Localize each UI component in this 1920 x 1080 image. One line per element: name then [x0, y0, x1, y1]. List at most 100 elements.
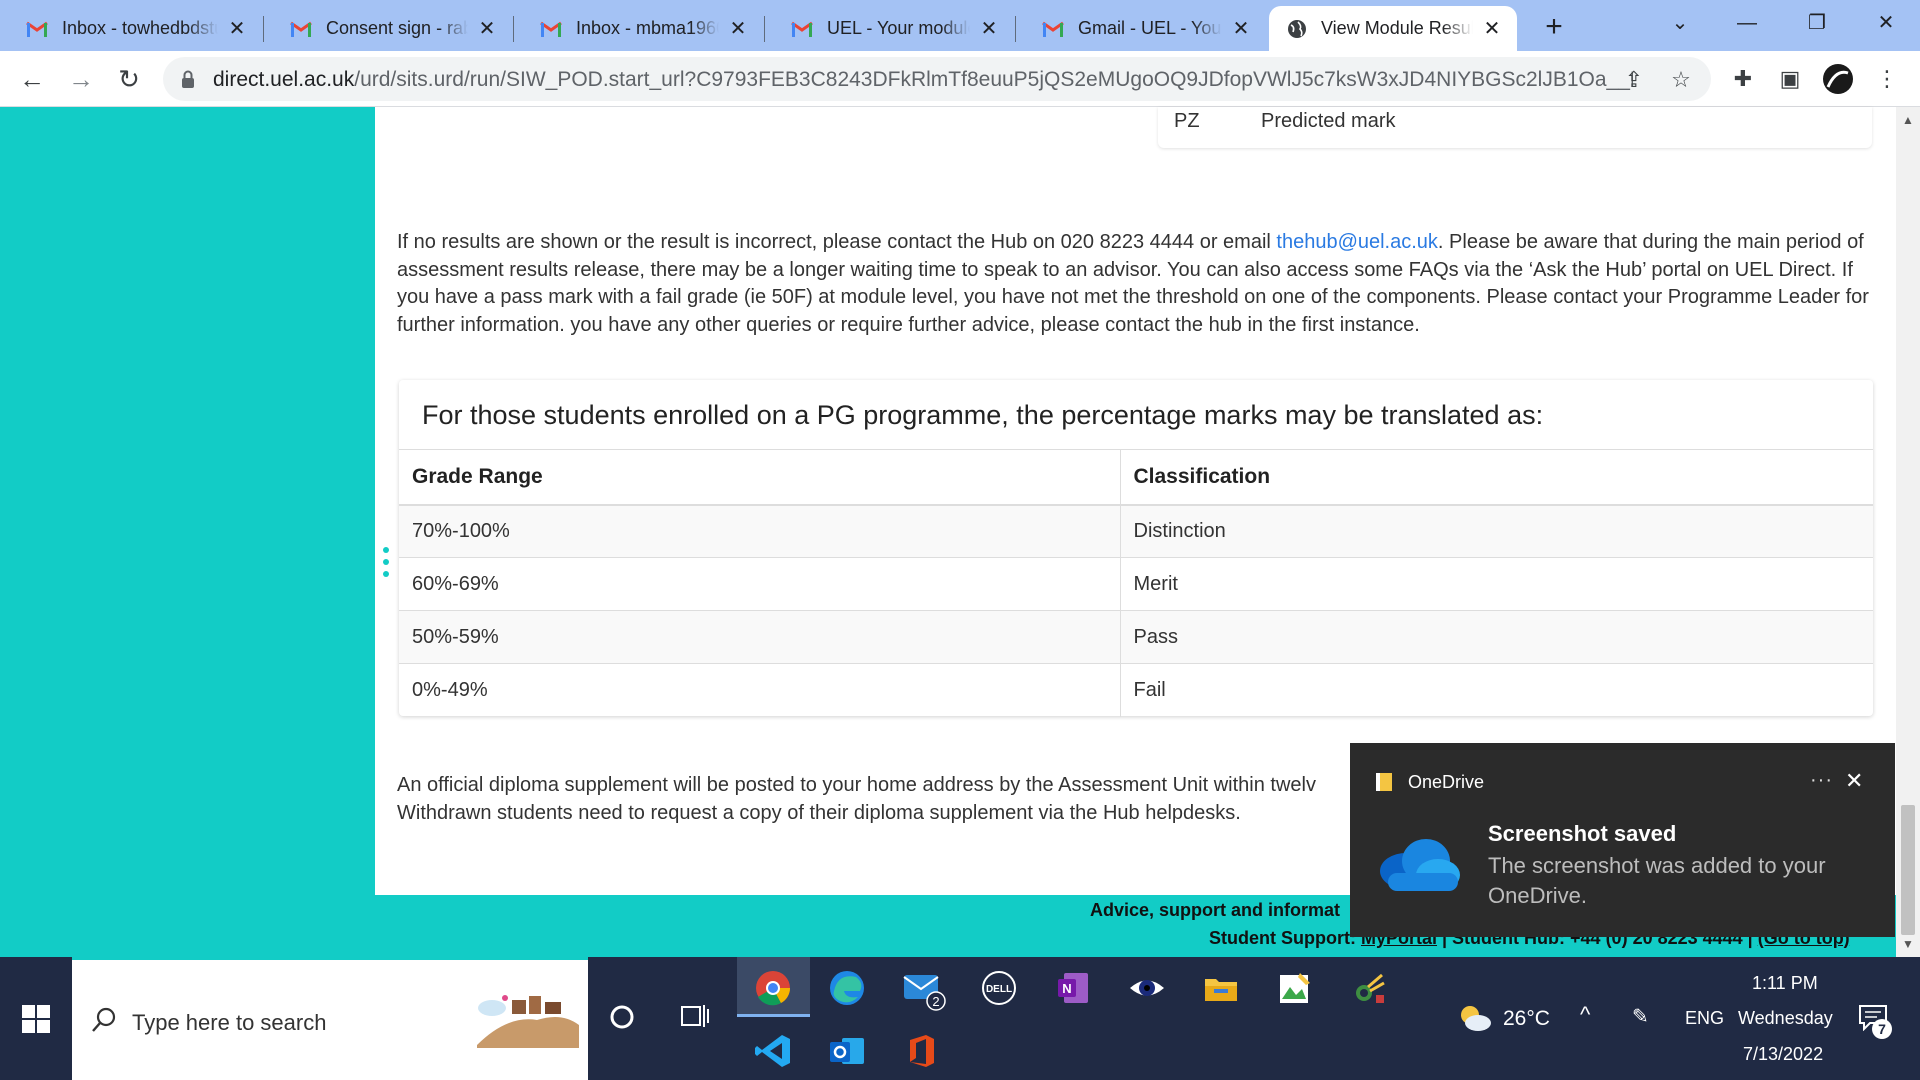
table-row: 60%-69% Merit: [399, 557, 1873, 611]
close-tab-icon[interactable]: ✕: [727, 18, 749, 40]
close-tab-icon[interactable]: ✕: [476, 18, 498, 40]
file-explorer-icon[interactable]: [1202, 969, 1240, 1007]
eye-app-icon[interactable]: [1128, 969, 1166, 1007]
close-tab-icon[interactable]: ✕: [226, 18, 248, 40]
onenote-icon[interactable]: N: [1054, 969, 1092, 1007]
page-scrollbar[interactable]: ▲ ▼: [1896, 107, 1920, 957]
edge-icon[interactable]: [828, 969, 866, 1007]
weather-cloud-sun-icon[interactable]: [1456, 1003, 1492, 1031]
tab-title: Consent sign - rabeya: [326, 18, 468, 38]
weather-temperature[interactable]: 26°C: [1503, 1007, 1550, 1031]
extensions-puzzle-icon[interactable]: ✚: [1729, 65, 1757, 93]
classification-cell: Fail: [1119, 663, 1873, 717]
windows-start-icon[interactable]: [22, 1005, 50, 1033]
footer-heading: Advice, support and informat: [1090, 900, 1341, 920]
share-icon[interactable]: ⇪: [1621, 67, 1647, 93]
browser-toolbar: ← → ↻ direct.uel.ac.uk/urd/sits.urd/run/…: [0, 51, 1920, 107]
vscode-icon[interactable]: [754, 1032, 792, 1070]
image-editor-icon[interactable]: [1276, 969, 1314, 1007]
clock-date[interactable]: 7/13/2022: [1743, 1044, 1823, 1065]
close-tab-icon[interactable]: ✕: [1230, 18, 1252, 40]
close-notification-icon[interactable]: ✕: [1845, 768, 1863, 794]
restore-button[interactable]: ❐: [1799, 6, 1835, 40]
column-header-grade-range: Grade Range: [399, 449, 1120, 506]
gmail-icon: [791, 21, 813, 37]
mail-badge-count: 2: [932, 994, 939, 1009]
pen-workspace-icon[interactable]: ✎: [1632, 1004, 1649, 1029]
input-language[interactable]: ENG: [1685, 1008, 1724, 1029]
back-button[interactable]: ←: [12, 59, 52, 99]
forward-button[interactable]: →: [61, 59, 101, 99]
minimize-button[interactable]: —: [1729, 6, 1765, 40]
snipping-tool-icon[interactable]: [1350, 969, 1388, 1007]
classification-cell: Distinction: [1119, 504, 1873, 558]
onedrive-cloud-icon: [1380, 839, 1460, 891]
new-tab-button[interactable]: +: [1536, 10, 1572, 46]
diploma-paragraph: An official diploma supplement will be p…: [397, 771, 1357, 827]
close-tab-icon[interactable]: ✕: [1481, 18, 1503, 40]
more-options-icon[interactable]: ···: [1810, 769, 1833, 792]
office-icon[interactable]: [902, 1032, 940, 1070]
gmail-icon: [290, 21, 312, 37]
tab-inbox-mbma[interactable]: Inbox - mbma1960@gmail.com ✕: [514, 6, 763, 51]
gmail-icon: [26, 21, 48, 37]
clock-day[interactable]: Wednesday: [1738, 1008, 1833, 1029]
onedrive-notification[interactable]: OneDrive ··· ✕ Screenshot saved The scre…: [1350, 743, 1895, 937]
gmail-icon: [540, 21, 562, 37]
scrollbar-thumb[interactable]: [1901, 805, 1915, 935]
tab-title: Gmail - UEL - Your modules: [1078, 18, 1222, 38]
onedrive-app-icon: [1376, 773, 1392, 791]
tab-view-module-results[interactable]: View Module Results ✕: [1269, 6, 1517, 51]
url-host: direct.uel.ac.uk: [213, 68, 355, 91]
hub-email-link[interactable]: thehub@uel.ac.uk: [1276, 231, 1438, 253]
tab-uel-modules[interactable]: UEL - Your modules ✕: [765, 6, 1014, 51]
table-row: 0%-49% Fail: [399, 663, 1873, 717]
chrome-icon[interactable]: [754, 969, 792, 1007]
address-bar[interactable]: direct.uel.ac.uk/urd/sits.urd/run/SIW_PO…: [163, 57, 1711, 101]
tab-title: View Module Results: [1321, 18, 1473, 38]
tab-search-chevron-icon[interactable]: ⌄: [1662, 6, 1698, 40]
table-row: 70%-100% Distinction: [399, 504, 1873, 558]
mail-icon[interactable]: 2: [902, 967, 946, 1011]
dell-icon[interactable]: DELL: [980, 969, 1018, 1007]
tab-inbox-towhed[interactable]: Inbox - towhedbdstudent@gmail.com ✕: [0, 6, 262, 51]
reload-button[interactable]: ↻: [109, 59, 149, 99]
url-path: /urd/sits.urd/run/SIW_POD.start_url?C979…: [354, 68, 1633, 91]
tab-title: Inbox - mbma1960@gmail.com: [576, 18, 719, 38]
scroll-down-arrow-icon[interactable]: ▼: [1902, 937, 1914, 951]
svg-text:DELL: DELL: [986, 984, 1012, 995]
outlook-icon[interactable]: [828, 1032, 866, 1070]
svg-text:N: N: [1062, 981, 1071, 996]
tab-strip: Inbox - towhedbdstudent@gmail.com ✕ Cons…: [0, 0, 1920, 51]
lock-icon: [182, 70, 194, 88]
profile-avatar[interactable]: [1822, 63, 1854, 95]
clock-time[interactable]: 1:11 PM: [1752, 973, 1818, 994]
table-row: 50%-59% Pass: [399, 610, 1873, 664]
task-view-icon[interactable]: [678, 999, 712, 1033]
grade-range-cell: 70%-100%: [399, 504, 1120, 558]
scroll-up-arrow-icon[interactable]: ▲: [1902, 113, 1914, 127]
tab-consent-sign[interactable]: Consent sign - rabeya ✕: [264, 6, 512, 51]
side-panel-icon[interactable]: ▣: [1776, 65, 1804, 93]
globe-icon: [1288, 19, 1306, 38]
chrome-menu-icon[interactable]: ⋮: [1873, 65, 1901, 93]
grade-range-cell: 50%-59%: [399, 610, 1120, 664]
grade-range-cell: 0%-49%: [399, 663, 1120, 717]
tab-gmail-uel[interactable]: Gmail - UEL - Your modules ✕: [1016, 6, 1266, 51]
close-window-button[interactable]: ✕: [1868, 6, 1904, 40]
url-text: direct.uel.ac.uk/urd/sits.urd/run/SIW_PO…: [213, 68, 1633, 92]
toast-title: Screenshot saved: [1488, 821, 1677, 846]
pg-grade-card: For those students enrolled on a PG prog…: [399, 380, 1873, 717]
cortana-icon[interactable]: [604, 999, 640, 1035]
drag-handle-icon[interactable]: [383, 547, 389, 583]
notification-count-badge: 7: [1872, 1019, 1892, 1039]
grade-card-heading: For those students enrolled on a PG prog…: [422, 400, 1544, 430]
taskbar-search-box[interactable]: Type here to search: [72, 957, 588, 1080]
close-tab-icon[interactable]: ✕: [978, 18, 1000, 40]
bookmark-star-icon[interactable]: ☆: [1668, 67, 1694, 93]
tab-title: Inbox - towhedbdstudent@gmail.com: [62, 18, 218, 38]
show-hidden-icons-chevron-icon[interactable]: ^: [1580, 1002, 1590, 1028]
toast-app-name: OneDrive: [1408, 772, 1485, 792]
info-text-start: If no results are shown or the result is…: [397, 231, 1277, 253]
key-label: Predicted mark: [1261, 110, 1396, 132]
